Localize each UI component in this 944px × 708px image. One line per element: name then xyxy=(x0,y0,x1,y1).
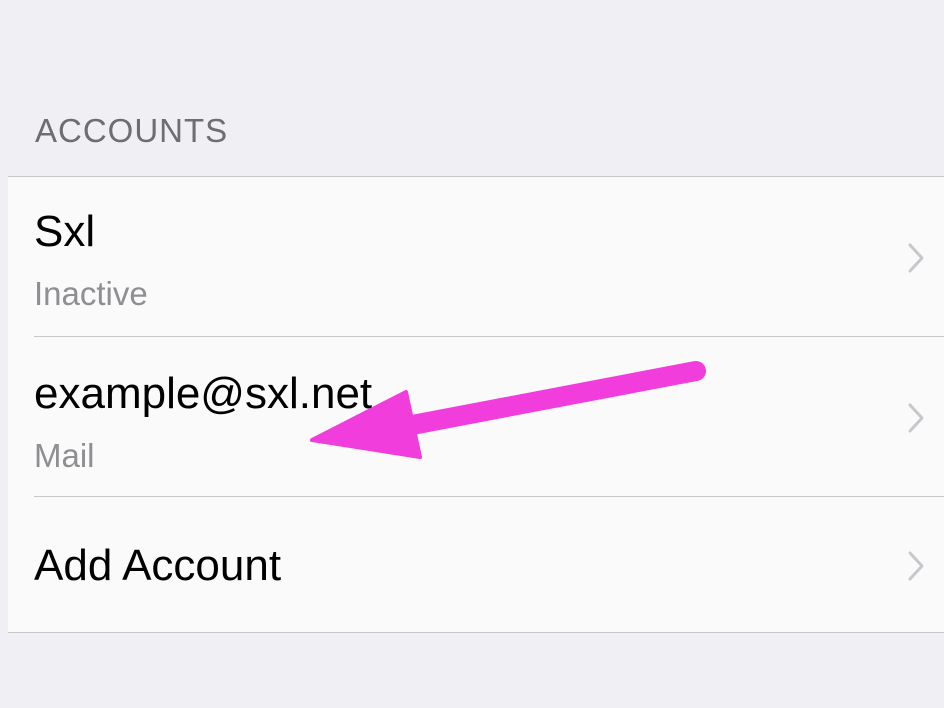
account-row-sxl[interactable]: Sxl Inactive xyxy=(8,177,944,337)
chevron-right-icon xyxy=(908,243,924,273)
account-subtitle: Mail xyxy=(34,437,95,474)
accounts-screen: ACCOUNTS Sxl Inactive example@sxl.net Ma… xyxy=(0,0,944,708)
section-header-accounts: ACCOUNTS xyxy=(35,112,229,149)
chevron-right-icon xyxy=(908,403,924,433)
account-subtitle: Inactive xyxy=(34,275,148,312)
account-row-example[interactable]: example@sxl.net Mail xyxy=(8,337,944,497)
account-title: example@sxl.net xyxy=(34,369,373,418)
add-account-label: Add Account xyxy=(34,541,282,590)
account-title: Sxl xyxy=(34,207,96,256)
chevron-right-icon xyxy=(908,551,924,581)
accounts-list: Sxl Inactive example@sxl.net Mail Add Ac… xyxy=(8,176,944,633)
add-account-row[interactable]: Add Account xyxy=(8,497,944,633)
